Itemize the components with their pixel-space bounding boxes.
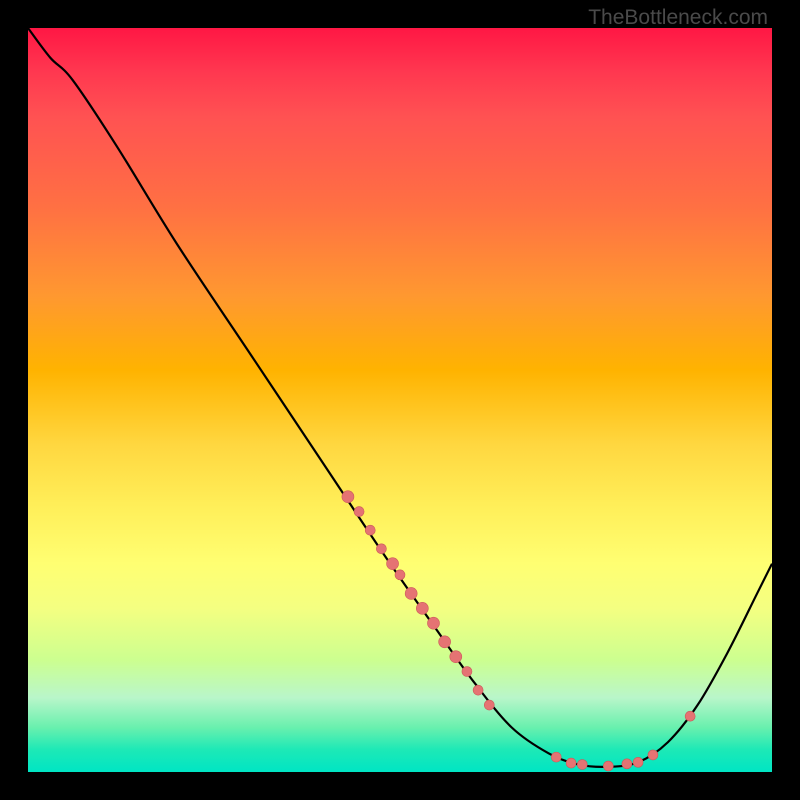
curve-dot (551, 752, 561, 762)
curve-dot (416, 602, 428, 614)
curve-dot (439, 636, 451, 648)
chart-container: TheBottleneck.com (0, 0, 800, 800)
attribution-label: TheBottleneck.com (588, 6, 768, 30)
curve-dot (342, 491, 354, 503)
curve-dot (354, 507, 364, 517)
curve-dot (603, 761, 613, 771)
curve-dot (365, 525, 375, 535)
curve-dot (633, 757, 643, 767)
curve-line-group (28, 28, 772, 767)
curve-dot (473, 685, 483, 695)
curve-dot (622, 759, 632, 769)
curve-dot (484, 700, 494, 710)
curve-dot (685, 711, 695, 721)
curve-dot (450, 651, 462, 663)
chart-svg (28, 28, 772, 772)
curve-dot (405, 587, 417, 599)
curve-dot (462, 667, 472, 677)
curve-dot (648, 750, 658, 760)
curve-dots-group (342, 491, 695, 771)
curve-dot (376, 544, 386, 554)
curve-dot (387, 558, 399, 570)
curve-dot (566, 758, 576, 768)
curve-path (28, 28, 772, 767)
curve-dot (427, 617, 439, 629)
curve-dot (577, 760, 587, 770)
curve-dot (395, 570, 405, 580)
